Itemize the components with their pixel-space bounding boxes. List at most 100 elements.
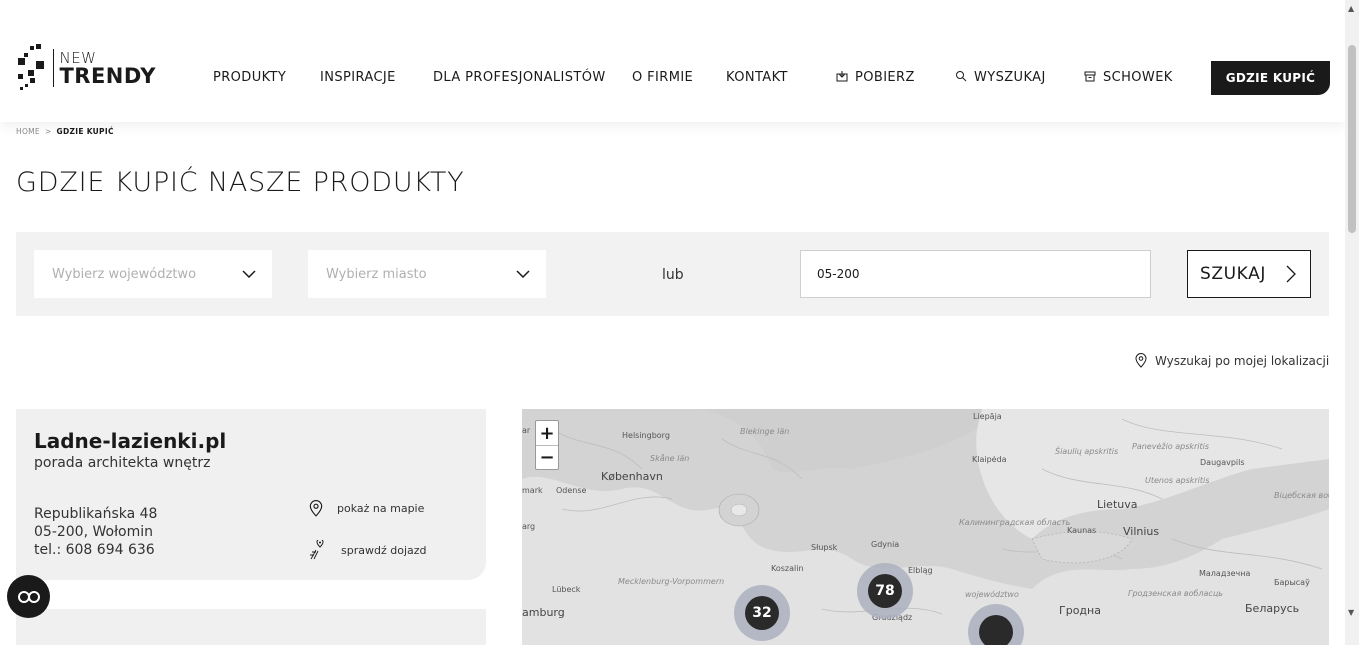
search-button[interactable]: SZUKAJ xyxy=(1187,250,1311,298)
chat-widget-button[interactable] xyxy=(7,575,50,618)
map-label: Utenos apskritis xyxy=(1145,476,1210,485)
geolocate-label: Wyszukaj po mojej lokalizacji xyxy=(1155,353,1330,368)
cluster-count: 78 xyxy=(868,574,902,608)
breadcrumb-separator: > xyxy=(44,127,52,136)
search-filters: Wybierz województwo Wybierz miasto lub 0… xyxy=(16,232,1329,316)
location-pin-icon xyxy=(309,500,323,517)
logo-mark-icon xyxy=(16,44,44,94)
nav-item-dla-profesjonalistow[interactable]: DLA PROFESJONALISTÓW xyxy=(433,70,606,85)
map-label: Lietuva xyxy=(1097,498,1138,511)
dealer-subtitle: porada architekta wnętrz xyxy=(34,455,211,471)
map-label: Šiaulių apskritis xyxy=(1055,447,1119,456)
voivodeship-select[interactable]: Wybierz województwo xyxy=(34,250,272,298)
scrollbar-thumb[interactable] xyxy=(1348,45,1356,233)
map-label: Kaunas xyxy=(1067,526,1097,535)
map-label: Vilnius xyxy=(1123,525,1160,538)
dealer-card: Ladne-lazienki.pl porada architekta wnęt… xyxy=(16,409,486,580)
nav-item-produkty[interactable]: PRODUKTY xyxy=(213,70,286,85)
map-label: Blekinge län xyxy=(740,427,790,436)
map-label: Liepāja xyxy=(973,412,1002,421)
chat-icon xyxy=(17,590,40,603)
dealer-address: Republikańska 48 05-200, Wołomin tel.: 6… xyxy=(34,505,157,559)
site-header: NEW TRENDY PRODUKTY INSPIRACJE DLA PROFE… xyxy=(0,0,1345,122)
dealer-city: 05-200, Wołomin xyxy=(34,524,154,540)
location-pin-icon xyxy=(1135,353,1147,368)
logo-divider xyxy=(52,49,54,87)
chevron-down-icon xyxy=(242,270,256,278)
postal-code-input[interactable]: 05-200 xyxy=(800,250,1151,298)
nav-utility-pobierz-label: POBIERZ xyxy=(855,70,915,85)
logo-line-trendy: TRENDY xyxy=(59,64,156,88)
map-label: Panevėžio apskritis xyxy=(1132,442,1210,451)
geolocate-link[interactable]: Wyszukaj po mojej lokalizacji xyxy=(1135,353,1329,368)
map-label: Mecklenburg-Vorpommern xyxy=(618,577,725,586)
city-select[interactable]: Wybierz miasto xyxy=(308,250,546,298)
map-label: Lübeck xyxy=(552,585,581,594)
zoom-out-button[interactable]: − xyxy=(536,445,558,469)
logo-wordmark: NEW TRENDY xyxy=(59,44,156,87)
chevron-right-icon xyxy=(1286,265,1296,283)
chevron-down-icon xyxy=(516,270,530,278)
map-label: ar xyxy=(522,426,531,435)
map-label: Helsingborg xyxy=(622,431,670,440)
nav-utility-schowek[interactable]: SCHOWEK xyxy=(1084,70,1173,85)
scroll-up-arrow-icon[interactable]: ▲ xyxy=(1348,4,1354,13)
dealers-map[interactable]: + − ar Helsingborg Blekinge län Skåne lä… xyxy=(522,409,1329,645)
map-cluster-marker[interactable]: 32 xyxy=(734,585,790,641)
search-icon xyxy=(956,71,967,82)
nav-utility-wyszukaj[interactable]: WYSZUKAJ xyxy=(955,70,1046,85)
show-on-map-link[interactable]: pokaż na mapie xyxy=(309,500,424,517)
map-label: Skåne län xyxy=(650,454,690,463)
breadcrumb-current: GDZIE KUPIĆ xyxy=(56,127,114,136)
page-title: GDZIE KUPIĆ NASZE PRODUKTY xyxy=(16,167,465,198)
page-scrollbar[interactable]: ▲ ▼ xyxy=(1345,0,1359,645)
map-label: Калининградская область xyxy=(959,518,1071,527)
zoom-in-button[interactable]: + xyxy=(536,421,558,445)
map-label: amburg xyxy=(522,606,565,619)
scroll-down-arrow-icon[interactable]: ▼ xyxy=(1348,608,1354,617)
nav-utility-schowek-label: SCHOWEK xyxy=(1103,70,1173,85)
route-icon xyxy=(310,540,324,560)
cluster-count: 32 xyxy=(745,596,779,630)
map-label: województwo xyxy=(965,590,1019,599)
brand-logo[interactable]: NEW TRENDY xyxy=(16,44,156,94)
map-label: Гродна xyxy=(1059,604,1101,617)
map-cluster-marker[interactable]: 78 xyxy=(857,563,913,619)
check-route-label: sprawdź dojazd xyxy=(341,543,427,557)
dealer-phone[interactable]: tel.: 608 694 636 xyxy=(34,541,157,559)
box-icon xyxy=(1084,71,1096,82)
city-select-placeholder: Wybierz miasto xyxy=(326,266,427,282)
nav-item-kontakt[interactable]: KONTAKT xyxy=(726,70,788,85)
map-label: Elbląg xyxy=(908,566,933,575)
check-route-link[interactable]: sprawdź dojazd xyxy=(309,540,427,560)
dealer-name: Ladne-lazienki.pl xyxy=(34,429,227,453)
or-label: lub xyxy=(662,267,684,283)
map-label: Gdynia xyxy=(871,540,900,549)
download-icon xyxy=(836,71,848,82)
nav-item-o-firmie[interactable]: O FIRMIE xyxy=(632,70,693,85)
postal-code-value: 05-200 xyxy=(817,267,860,281)
nav-utility-wyszukaj-label: WYSZUKAJ xyxy=(974,70,1046,85)
map-label: København xyxy=(601,470,663,483)
map-label: Klaipėda xyxy=(972,455,1007,464)
breadcrumb-home[interactable]: HOME xyxy=(16,127,40,136)
map-label: arg xyxy=(522,522,536,531)
nav-item-inspiracje[interactable]: INSPIRACJE xyxy=(320,70,396,85)
where-to-buy-button[interactable]: GDZIE KUPIĆ xyxy=(1211,61,1330,95)
map-label: Барысаў xyxy=(1274,578,1310,587)
dealer-card xyxy=(16,609,486,645)
map-label: Odense xyxy=(556,486,587,495)
breadcrumb: HOME > GDZIE KUPIĆ xyxy=(16,127,114,136)
map-label: mark xyxy=(522,486,543,495)
map-label: Гродзенская вобласць xyxy=(1128,589,1223,598)
map-label: Daugavpils xyxy=(1200,458,1245,467)
search-button-label: SZUKAJ xyxy=(1200,264,1266,284)
cluster-count xyxy=(979,615,1013,645)
nav-utility-pobierz[interactable]: POBIERZ xyxy=(836,70,915,85)
voivodeship-select-placeholder: Wybierz województwo xyxy=(52,266,197,282)
map-label: Віцебская вобласць xyxy=(1274,491,1329,500)
map-label: Koszalin xyxy=(771,564,804,573)
map-label: Беларусь xyxy=(1245,602,1300,615)
show-on-map-label: pokaż na mapie xyxy=(337,502,425,515)
dealer-street: Republikańska 48 xyxy=(34,506,158,522)
